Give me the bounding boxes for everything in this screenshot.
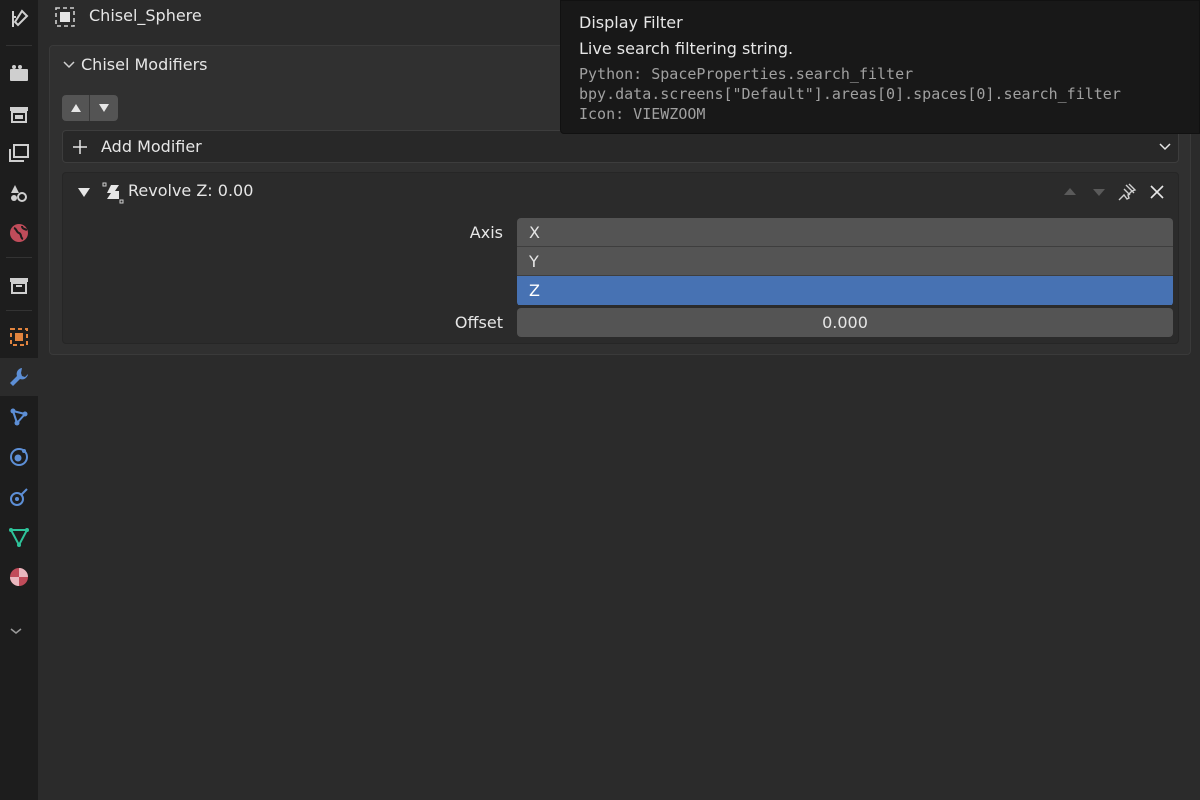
axis-label: Axis	[469, 223, 503, 242]
collapse-triangle-icon[interactable]	[77, 185, 91, 199]
wrench-icon	[10, 368, 28, 386]
modifier-tab[interactable]	[0, 358, 38, 396]
revolve-modifier-panel: Revolve Z: 0.00 Axis X Y Z Offset 0.000	[62, 172, 1179, 344]
object-tab[interactable]	[0, 318, 38, 356]
constraints-tab[interactable]	[0, 478, 38, 516]
tooltip-data-path: bpy.data.screens["Default"].areas[0].spa…	[579, 85, 1121, 103]
physics-icon	[10, 448, 28, 466]
data-tab[interactable]	[0, 518, 38, 556]
output-icon	[10, 107, 28, 123]
revolve-modifier-icon	[102, 182, 124, 204]
triangle-up-icon	[70, 104, 81, 112]
object-name: Chisel_Sphere	[89, 6, 202, 25]
chevron-down-icon	[63, 61, 75, 69]
panel-title: Chisel Modifiers	[81, 55, 208, 74]
tool-tab[interactable]	[0, 0, 38, 38]
move-up-button[interactable]	[62, 95, 90, 121]
add-modifier-label: Add Modifier	[101, 137, 202, 156]
tooltip-icon-name: Icon: VIEWZOOM	[579, 105, 706, 123]
move-down-icon[interactable]	[1089, 182, 1109, 202]
add-modifier-button[interactable]: Add Modifier	[62, 130, 1179, 163]
tooltip: Display Filter Live search filtering str…	[560, 0, 1200, 134]
view-layer-icon	[9, 144, 29, 162]
output-tab[interactable]	[0, 95, 38, 133]
more-tabs[interactable]	[0, 612, 35, 650]
mesh-data-icon	[9, 528, 29, 548]
modifier-title: Revolve Z: 0.00	[128, 181, 254, 200]
triangle-down-icon	[99, 104, 109, 112]
axis-option-x[interactable]: X	[517, 218, 1173, 247]
render-tab[interactable]	[0, 54, 38, 92]
tooltip-title: Display Filter	[579, 13, 683, 32]
material-icon	[10, 568, 28, 586]
object-icon	[55, 7, 75, 27]
pin-icon[interactable]	[1117, 182, 1137, 202]
properties-tab-strip	[0, 0, 38, 800]
plus-icon	[73, 140, 87, 154]
close-icon[interactable]	[1147, 182, 1167, 202]
move-buttons	[62, 95, 118, 121]
axis-option-z[interactable]: Z	[517, 276, 1173, 305]
chevron-down-icon	[1159, 143, 1171, 151]
axis-option-y[interactable]: Y	[517, 247, 1173, 276]
constraints-icon	[10, 488, 28, 506]
tooltip-python: Python: SpaceProperties.search_filter	[579, 65, 914, 83]
tooltip-description: Live search filtering string.	[579, 39, 794, 58]
scene-tab[interactable]	[0, 174, 38, 212]
move-up-icon[interactable]	[1060, 182, 1080, 202]
material-tab[interactable]	[0, 558, 38, 596]
world-icon	[10, 224, 28, 242]
axis-selector: X Y Z	[517, 218, 1173, 306]
offset-field[interactable]: 0.000	[517, 308, 1173, 337]
tool-icon	[12, 9, 29, 27]
world-tab[interactable]	[0, 214, 38, 252]
offset-label: Offset	[454, 313, 503, 332]
collection-tab[interactable]	[0, 266, 38, 304]
render-icon	[10, 65, 28, 81]
particles-icon	[10, 408, 28, 426]
view-layer-tab[interactable]	[0, 134, 38, 172]
collection-icon	[10, 278, 28, 294]
physics-tab[interactable]	[0, 438, 38, 476]
object-icon	[10, 328, 28, 346]
chevron-down-icon	[10, 628, 22, 634]
particles-tab[interactable]	[0, 398, 38, 436]
move-down-button[interactable]	[90, 95, 118, 121]
scene-icon	[11, 185, 27, 202]
